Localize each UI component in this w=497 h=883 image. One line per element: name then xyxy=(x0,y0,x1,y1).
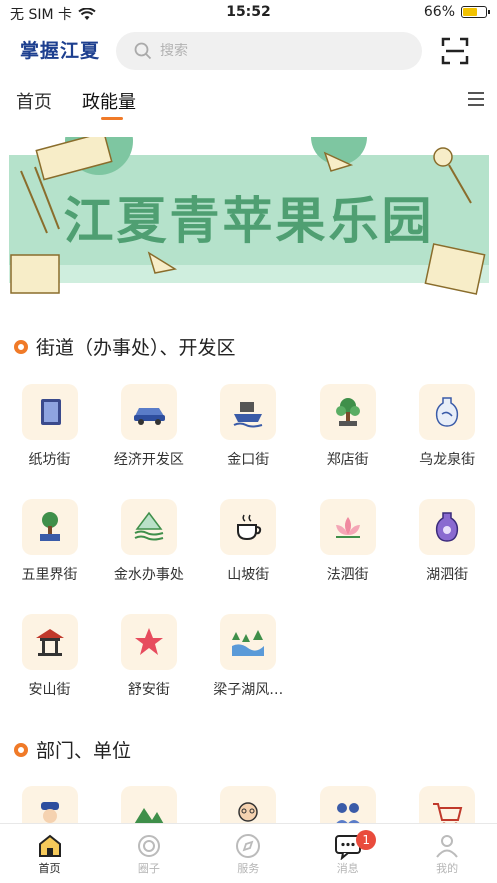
ship-icon xyxy=(220,384,277,440)
battery-icon xyxy=(461,6,490,18)
home-icon xyxy=(0,832,99,860)
grid-item[interactable]: 五里界街 xyxy=(0,499,99,584)
banner-title: 江夏青苹果乐园 xyxy=(63,191,435,250)
section-title: 部门、单位 xyxy=(36,740,132,762)
search-icon xyxy=(134,42,152,60)
bottom-nav-circle[interactable]: 圈子 xyxy=(99,832,198,876)
grid-item[interactable]: 安山街 xyxy=(0,614,99,699)
bottom-nav-label: 服务 xyxy=(237,862,260,875)
search-bar[interactable] xyxy=(116,32,422,70)
section-departments: 部门、单位 xyxy=(0,736,497,763)
circle-icon xyxy=(99,832,198,860)
grid-item-label: 法泗街 xyxy=(326,567,369,583)
grid-item-label: 经济开发区 xyxy=(113,452,184,468)
porcelain-icon xyxy=(419,499,476,555)
promo-banner[interactable]: 江夏青苹果乐园 xyxy=(9,137,489,303)
tab-home[interactable]: 首页 xyxy=(16,88,52,114)
grid-item[interactable]: 纸坊街 xyxy=(0,384,99,469)
pavilion-icon xyxy=(21,614,78,670)
grid-item[interactable]: 山坡街 xyxy=(199,499,298,584)
grid-item-label: 金水办事处 xyxy=(113,567,184,583)
bottom-nav: 首页 圈子 服务 消息 1 我的 xyxy=(0,823,497,883)
bottom-nav-label: 首页 xyxy=(38,862,61,875)
grid-item[interactable]: 湖泗街 xyxy=(398,499,497,584)
grid-item-label: 五里界街 xyxy=(21,567,78,583)
tree-pot-icon xyxy=(21,499,78,555)
grid-item-label: 安山街 xyxy=(28,682,71,698)
compass-icon xyxy=(199,832,298,860)
grid-item[interactable]: 梁子湖风… xyxy=(199,614,298,699)
grid-item[interactable]: 法泗街 xyxy=(298,499,397,584)
book-icon xyxy=(21,384,78,440)
tab-zhengnengliang[interactable]: 政能量 xyxy=(82,88,136,114)
section-streets: 街道（办事处）、开发区 xyxy=(0,333,497,360)
grid-item[interactable]: 郑店街 xyxy=(298,384,397,469)
grid-item[interactable]: 经济开发区 xyxy=(99,384,198,469)
status-time: 15:52 xyxy=(226,4,271,20)
bottom-nav-label: 圈子 xyxy=(137,862,160,875)
section-title: 街道（办事处）、开发区 xyxy=(36,337,236,359)
bottom-nav-compass[interactable]: 服务 xyxy=(199,832,298,876)
grid-item-label: 纸坊街 xyxy=(28,452,71,468)
grid-item-label: 乌龙泉街 xyxy=(419,452,476,468)
grid-item-label: 梁子湖风… xyxy=(213,682,284,698)
battery-percent: 66% xyxy=(423,4,455,20)
grid-item-label: 金口街 xyxy=(227,452,270,468)
grid-item-label: 山坡街 xyxy=(227,567,270,583)
grid-item-label: 郑店街 xyxy=(326,452,369,468)
message-icon xyxy=(298,832,397,860)
channel-tabs: 首页 政能量 xyxy=(0,80,497,122)
landscape-icon xyxy=(220,614,277,670)
bottom-nav-label: 消息 xyxy=(336,862,359,875)
bottom-nav-home[interactable]: 首页 xyxy=(0,832,99,876)
bottom-nav-message[interactable]: 消息 1 xyxy=(298,830,397,876)
bottom-nav-label: 我的 xyxy=(436,862,459,875)
scan-icon[interactable] xyxy=(440,36,470,66)
status-bar: 无 SIM 卡 15:52 66% xyxy=(0,0,497,26)
vase-icon xyxy=(419,384,476,440)
lotus-icon xyxy=(319,499,376,555)
user-icon xyxy=(398,832,497,860)
grid-item[interactable]: 舒安街 xyxy=(99,614,198,699)
star-icon xyxy=(120,614,177,670)
grid-item[interactable]: 金口街 xyxy=(199,384,298,469)
bonsai-icon xyxy=(319,384,376,440)
grid-item-label: 湖泗街 xyxy=(426,567,469,583)
active-tab-indicator xyxy=(101,117,123,120)
grid-item-label: 舒安街 xyxy=(127,682,170,698)
section-dot-icon xyxy=(14,742,28,757)
app-header: 掌握江夏 xyxy=(0,28,497,74)
car-icon xyxy=(120,384,177,440)
menu-icon[interactable] xyxy=(468,92,484,106)
bottom-nav-user[interactable]: 我的 xyxy=(398,832,497,876)
water-icon xyxy=(120,499,177,555)
grid-item[interactable]: 金水办事处 xyxy=(99,499,198,584)
tea-icon xyxy=(220,499,277,555)
section-dot-icon xyxy=(14,339,28,354)
app-logo: 掌握江夏 xyxy=(20,40,101,62)
grid-item[interactable]: 乌龙泉街 xyxy=(398,384,497,469)
search-input[interactable] xyxy=(160,43,380,59)
